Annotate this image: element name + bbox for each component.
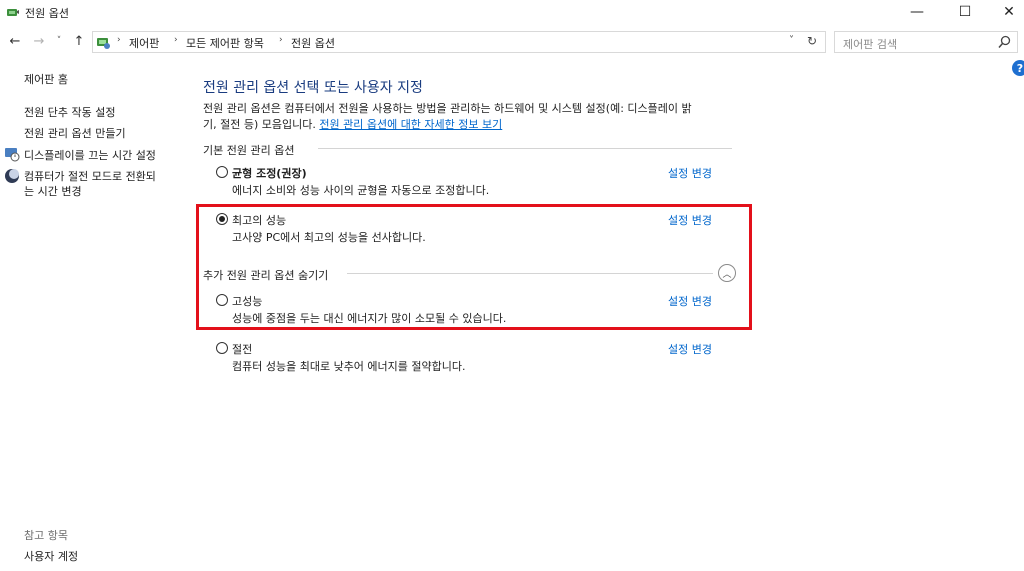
highlight-annotation-box xyxy=(196,204,752,330)
search-icon[interactable] xyxy=(998,35,1011,49)
page-description: 전원 관리 옵션은 컴퓨터에서 전원을 사용하는 방법을 관리하는 하드웨어 및… xyxy=(203,101,743,133)
up-button[interactable]: ↑ xyxy=(70,32,88,50)
back-button[interactable]: ← xyxy=(6,32,24,50)
display-clock-icon xyxy=(5,148,20,162)
plan-description: 컴퓨터 성능을 최대로 낮추어 에너지를 절약합니다. xyxy=(232,360,466,373)
breadcrumb-separator: › xyxy=(279,35,283,45)
title-bar: 전원 옵션 — ☐ ✕ xyxy=(0,0,1024,26)
power-options-icon xyxy=(7,9,19,16)
sidebar-item-sleep-time-cont[interactable]: 는 시간 변경 xyxy=(24,183,82,199)
close-button[interactable]: ✕ xyxy=(986,0,1024,24)
search-box[interactable]: 제어판 검색 xyxy=(834,31,1018,53)
breadcrumb-separator: › xyxy=(117,35,121,45)
radio-balanced[interactable] xyxy=(216,166,228,178)
sidebar-item-control-panel-home[interactable]: 제어판 홈 xyxy=(24,71,68,87)
plan-description: 에너지 소비와 성능 사이의 균형을 자동으로 조정합니다. xyxy=(232,184,490,197)
change-settings-link-balanced[interactable]: 설정 변경 xyxy=(668,165,712,181)
sidebar-item-user-accounts[interactable]: 사용자 계정 xyxy=(24,548,78,564)
plan-name: 균형 조정(권장) xyxy=(232,167,307,180)
window-title: 전원 옵션 xyxy=(25,7,69,20)
search-input[interactable]: 제어판 검색 xyxy=(843,36,897,52)
sleep-moon-icon xyxy=(5,169,19,183)
minimize-button[interactable]: — xyxy=(894,0,940,24)
group-divider xyxy=(318,148,732,149)
radio-power-saver[interactable] xyxy=(216,342,228,354)
basic-plans-heading: 기본 전원 관리 옵션 xyxy=(203,144,295,157)
breadcrumb-power-options[interactable]: 전원 옵션 xyxy=(291,35,335,51)
navigation-bar: ← → ˅ ↑ › 제어판 › 모든 제어판 항목 › 전원 옵션 ˅ ↻ 제어… xyxy=(0,28,1024,56)
control-panel-icon xyxy=(97,38,110,49)
sidebar-item-sleep-time[interactable]: 컴퓨터가 절전 모드로 전환되 xyxy=(24,168,156,184)
breadcrumb-all-items[interactable]: 모든 제어판 항목 xyxy=(186,35,264,51)
refresh-icon[interactable]: ↻ xyxy=(807,34,817,48)
breadcrumb-control-panel[interactable]: 제어판 xyxy=(129,35,159,51)
see-also-heading: 참고 항목 xyxy=(24,529,68,542)
change-settings-link-saver[interactable]: 설정 변경 xyxy=(668,341,712,357)
sidebar-item-create-plan[interactable]: 전원 관리 옵션 만들기 xyxy=(24,125,126,141)
sidebar-item-power-buttons[interactable]: 전원 단추 작동 설정 xyxy=(24,104,115,120)
maximize-button[interactable]: ☐ xyxy=(942,0,988,24)
address-dropdown-icon[interactable]: ˅ xyxy=(789,35,794,46)
breadcrumb-separator: › xyxy=(174,35,178,45)
help-icon[interactable]: ? xyxy=(1012,60,1024,76)
more-info-link[interactable]: 전원 관리 옵션에 대한 자세한 정보 보기 xyxy=(319,118,502,131)
address-bar[interactable]: › 제어판 › 모든 제어판 항목 › 전원 옵션 ˅ ↻ xyxy=(92,31,826,53)
recent-locations-button[interactable]: ˅ xyxy=(52,32,66,50)
forward-button[interactable]: → xyxy=(30,32,48,50)
page-title: 전원 관리 옵션 선택 또는 사용자 지정 xyxy=(203,80,423,96)
description-line2: 기, 절전 등) 모음입니다. xyxy=(203,118,320,131)
plan-name: 절전 xyxy=(232,343,253,356)
description-line1: 전원 관리 옵션은 컴퓨터에서 전원을 사용하는 방법을 관리하는 하드웨어 및… xyxy=(203,102,692,115)
sidebar-item-display-off-time[interactable]: 디스플레이를 끄는 시간 설정 xyxy=(24,147,156,163)
